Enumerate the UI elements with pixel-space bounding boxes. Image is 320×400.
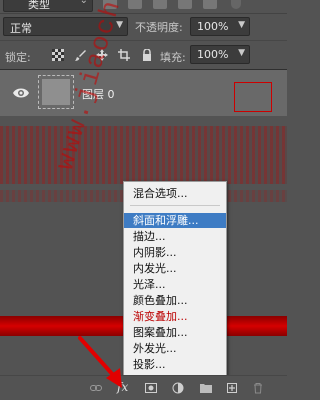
menu-item-bevel-emboss[interactable]: 斜面和浮雕... <box>124 213 226 228</box>
opacity-field[interactable]: 100% ▼ <box>190 17 250 36</box>
shape-filter-icon[interactable] <box>178 0 192 9</box>
chevron-down-icon: ▼ <box>238 48 245 58</box>
chevron-down-icon: ⌄ <box>79 0 88 6</box>
menu-item-inner-glow[interactable]: 内发光... <box>124 261 226 276</box>
layer-kind-filter-label: 类型 <box>28 0 50 11</box>
blend-row: 正常 ▼ 不透明度: 100% ▼ <box>0 14 287 40</box>
layer-row[interactable]: 图层 0 <box>0 70 287 116</box>
menu-separator <box>130 205 220 206</box>
watermark-stripes <box>0 126 287 184</box>
artboard-icon[interactable] <box>118 49 130 61</box>
fill-value: 100% <box>197 48 229 61</box>
add-mask-icon[interactable] <box>145 382 157 394</box>
fill-field[interactable]: 100% ▼ <box>190 45 250 64</box>
type-filter-icon[interactable] <box>153 0 167 9</box>
layer-kind-filter[interactable]: 类型 ⌄ <box>3 0 93 12</box>
visibility-eye-icon[interactable] <box>13 87 29 99</box>
layers-bottom-toolbar: fx <box>0 375 287 400</box>
opacity-value: 100% <box>197 20 229 33</box>
menu-item-blending-options[interactable]: 混合选项... <box>124 186 226 201</box>
menu-item-gradient-overlay[interactable]: 渐变叠加... <box>124 309 226 324</box>
menu-item-outer-glow[interactable]: 外发光... <box>124 341 226 356</box>
blend-mode-value: 正常 <box>10 22 32 35</box>
new-layer-icon[interactable] <box>226 382 238 394</box>
menu-item-stroke[interactable]: 描边... <box>124 229 226 244</box>
lock-row: 锁定: 填充: 100% ▼ <box>0 40 287 70</box>
trash-icon[interactable] <box>252 382 264 394</box>
menu-item-color-overlay[interactable]: 颜色叠加... <box>124 293 226 308</box>
opacity-label: 不透明度: <box>135 21 183 34</box>
layer-filter-row: 类型 ⌄ <box>0 0 287 14</box>
lock-label: 锁定: <box>5 51 31 64</box>
menu-item-satin[interactable]: 光泽... <box>124 277 226 292</box>
fill-label: 填充: <box>160 51 186 64</box>
lock-icon[interactable] <box>141 49 153 61</box>
lock-transparent-pixels-icon[interactable] <box>52 49 64 61</box>
adjustment-filter-icon[interactable] <box>128 0 142 9</box>
red-arrow-annotation <box>78 336 122 388</box>
layer-style-menu: 混合选项... 斜面和浮雕... 描边... 内阴影... 内发光... 光泽.… <box>123 181 227 386</box>
menu-item-pattern-overlay[interactable]: 图案叠加... <box>124 325 226 340</box>
adjustment-layer-icon[interactable] <box>172 382 184 394</box>
chevron-down-icon: ▼ <box>238 20 245 30</box>
annotation-red-box <box>234 82 272 112</box>
smart-object-filter-icon[interactable] <box>203 0 217 9</box>
filter-toggle-icon[interactable] <box>231 0 241 9</box>
menu-item-drop-shadow[interactable]: 投影... <box>124 357 226 372</box>
group-folder-icon[interactable] <box>200 382 212 394</box>
menu-item-inner-shadow[interactable]: 内阴影... <box>124 245 226 260</box>
